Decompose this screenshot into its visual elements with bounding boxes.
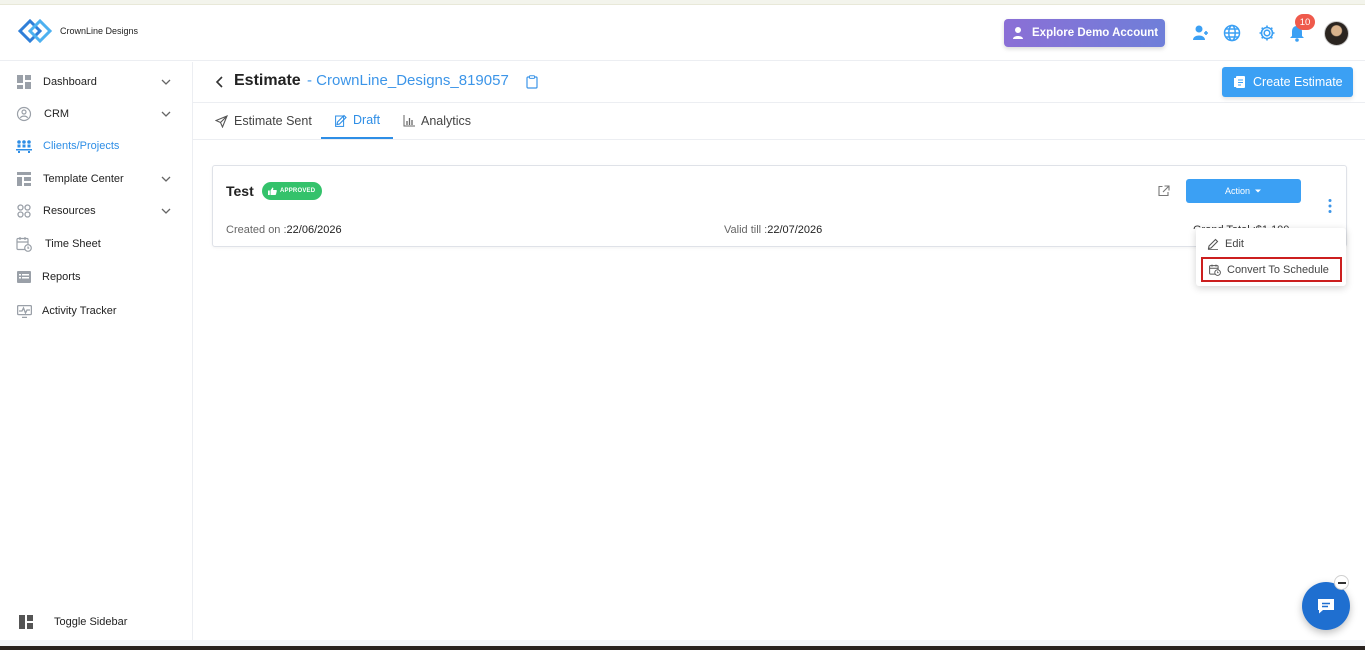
clients-icon — [16, 138, 32, 154]
bar-chart-icon — [403, 115, 415, 127]
draft-edit-icon — [335, 114, 347, 127]
chat-minimize-button[interactable] — [1334, 575, 1349, 590]
sidebar-item-time-sheet[interactable]: Time Sheet — [0, 231, 193, 257]
dashboard-icon — [16, 74, 32, 90]
sidebar-item-label: Activity Tracker — [42, 305, 117, 317]
page-title: Estimate — [234, 72, 301, 89]
tab-analytics[interactable]: Analytics — [403, 103, 471, 139]
sidebar-item-label: Clients/Projects — [43, 140, 120, 152]
sidebar-item-template-center[interactable]: Template Center — [0, 166, 193, 192]
timesheet-icon — [16, 236, 32, 252]
tab-draft[interactable]: Draft — [321, 103, 393, 139]
sidebar-item-label: Reports — [42, 271, 81, 283]
page-title-bar: Estimate - CrownLine_Designs_819057 Crea… — [193, 62, 1365, 103]
chevron-down-icon — [161, 111, 171, 117]
chevron-down-icon — [161, 79, 171, 85]
estimate-name: Test — [226, 183, 254, 199]
reports-icon — [16, 269, 32, 285]
toggle-sidebar-button[interactable]: Toggle Sidebar — [0, 608, 193, 636]
edit-pencil-icon — [1207, 238, 1219, 250]
action-dropdown-button[interactable]: Action — [1186, 179, 1301, 203]
valid-till: Valid till :22/07/2026 — [724, 224, 822, 236]
clipboard-icon[interactable] — [526, 75, 538, 89]
created-date: 22/06/2026 — [286, 224, 342, 236]
sidebar-item-dashboard[interactable]: Dashboard — [0, 69, 193, 95]
template-icon — [16, 171, 32, 187]
estimate-tabs: Estimate Sent Draft Analytics — [193, 103, 1365, 140]
crm-icon — [16, 106, 32, 122]
sidebar: Dashboard CRM Clients/Projects Template … — [0, 62, 193, 640]
external-link-icon[interactable] — [1158, 185, 1170, 197]
valid-label: Valid till : — [724, 224, 768, 236]
resources-icon — [16, 203, 32, 219]
sidebar-item-label: CRM — [44, 108, 70, 120]
menu-item-convert-to-schedule[interactable]: Convert To Schedule — [1201, 257, 1342, 282]
valid-date: 22/07/2026 — [767, 224, 823, 236]
sidebar-item-activity-tracker[interactable]: Activity Tracker — [0, 298, 193, 324]
create-estimate-button[interactable]: Create Estimate — [1222, 67, 1353, 97]
minus-icon — [1337, 581, 1346, 584]
menu-item-edit[interactable]: Edit — [1201, 231, 1342, 256]
user-avatar[interactable] — [1324, 21, 1349, 46]
explore-demo-button[interactable]: Explore Demo Account — [1004, 19, 1165, 47]
page-subtitle: - CrownLine_Designs_819057 — [307, 72, 509, 89]
tab-estimate-sent[interactable]: Estimate Sent — [215, 103, 312, 139]
sidebar-toggle-icon — [18, 614, 34, 630]
menu-item-label: Convert To Schedule — [1227, 263, 1329, 276]
sidebar-item-reports[interactable]: Reports — [0, 264, 193, 290]
user-icon — [1013, 27, 1023, 39]
created-label: Created on : — [226, 224, 287, 236]
tab-label: Analytics — [421, 114, 472, 128]
top-accent-strip — [0, 0, 1365, 5]
toggle-sidebar-label: Toggle Sidebar — [54, 616, 128, 628]
brand-logo[interactable]: CrownLine Designs — [16, 14, 138, 48]
sidebar-item-label: Time Sheet — [45, 238, 101, 250]
back-arrow-icon[interactable] — [213, 74, 227, 90]
sidebar-item-label: Resources — [43, 205, 96, 217]
brand-name: CrownLine Designs — [60, 26, 139, 36]
sidebar-item-resources[interactable]: Resources — [0, 198, 193, 224]
tab-label: Draft — [353, 113, 381, 127]
status-text: APPROVED — [280, 188, 316, 194]
action-label: Action — [1224, 186, 1250, 196]
caret-down-icon — [1255, 189, 1261, 193]
sidebar-item-label: Template Center — [43, 173, 124, 185]
chat-bubble-icon — [1318, 599, 1334, 614]
calendar-clock-icon — [1209, 264, 1221, 276]
chevron-down-icon — [161, 176, 171, 182]
tab-label: Estimate Sent — [234, 114, 312, 128]
crownline-logo-icon — [17, 18, 53, 44]
more-options-icon[interactable] — [1326, 198, 1334, 214]
top-header: CrownLine Designs Explore Demo Account 1… — [0, 6, 1365, 61]
status-badge: APPROVED — [262, 182, 323, 200]
sidebar-item-label: Dashboard — [43, 76, 97, 88]
sidebar-item-crm[interactable]: CRM — [0, 101, 193, 127]
thumbs-up-icon — [268, 187, 277, 195]
sidebar-item-clients-projects[interactable]: Clients/Projects — [0, 133, 193, 159]
created-on: Created on :22/06/2026 — [226, 224, 342, 236]
chevron-down-icon — [161, 208, 171, 214]
os-taskbar-edge — [0, 646, 1365, 650]
new-document-icon — [1234, 76, 1245, 88]
explore-demo-label: Explore Demo Account — [1032, 27, 1159, 39]
create-estimate-label: Create Estimate — [1253, 75, 1343, 89]
send-icon — [215, 114, 228, 128]
menu-item-label: Edit — [1225, 237, 1244, 250]
add-user-icon[interactable] — [1190, 23, 1210, 43]
activity-icon — [16, 303, 32, 319]
action-dropdown-menu: Edit Convert To Schedule — [1196, 228, 1346, 286]
estimate-card[interactable]: Test APPROVED Action Created on :22/06/2… — [212, 165, 1347, 247]
settings-gear-icon[interactable] — [1257, 23, 1277, 43]
globe-icon[interactable] — [1222, 23, 1242, 43]
notification-count-badge: 10 — [1295, 14, 1315, 30]
